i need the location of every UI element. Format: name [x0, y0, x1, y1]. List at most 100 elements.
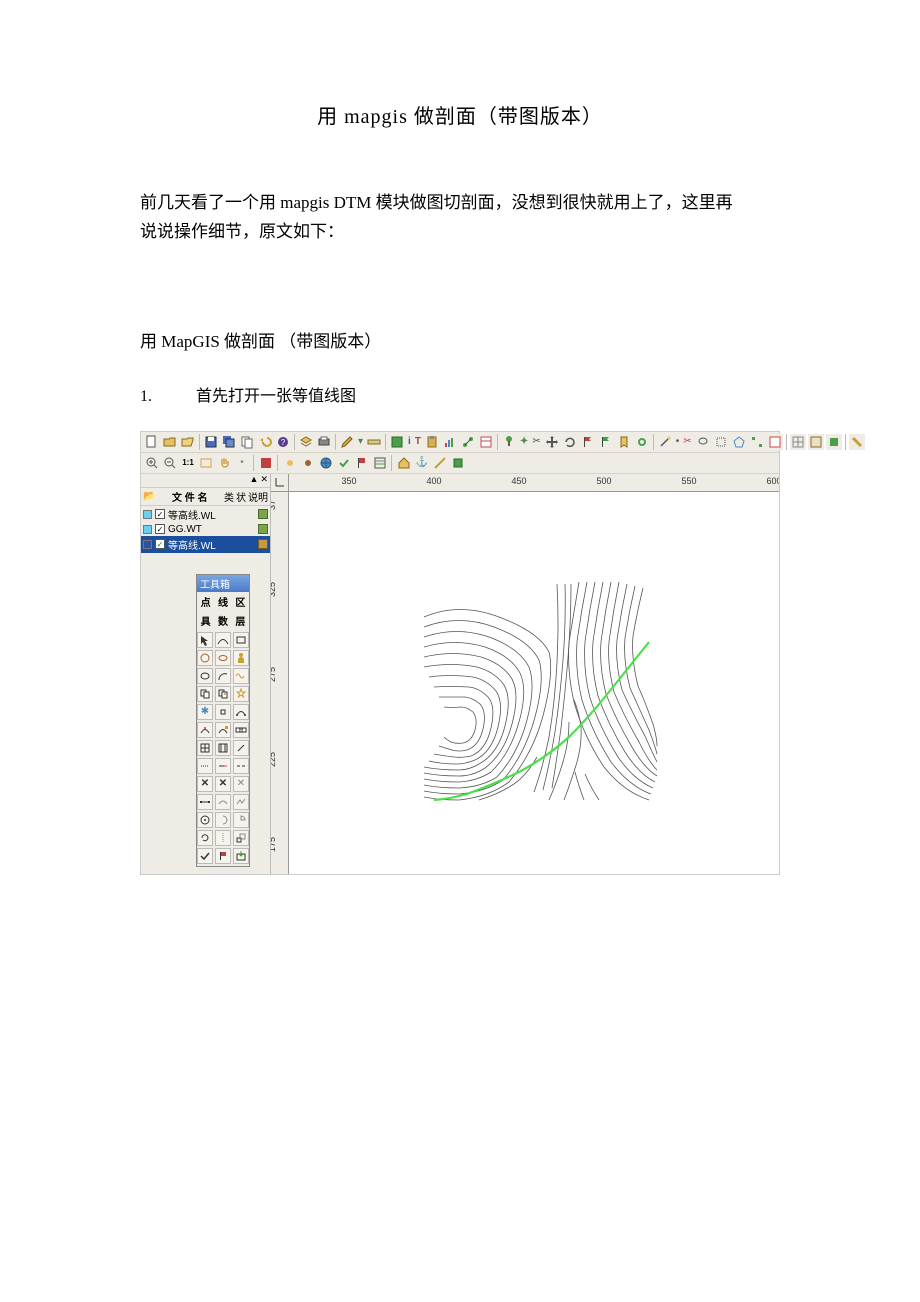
- tool-wand-icon[interactable]: [233, 740, 249, 756]
- attributes2-icon[interactable]: [767, 434, 783, 450]
- tool-circle-icon[interactable]: [197, 650, 213, 666]
- refresh-small-icon[interactable]: •: [234, 455, 250, 471]
- tool-rect-icon[interactable]: [233, 632, 249, 648]
- region-icon[interactable]: [389, 434, 405, 450]
- check-green-icon[interactable]: [336, 455, 352, 471]
- tool-edit-curve2-icon[interactable]: [197, 722, 213, 738]
- paste-icon[interactable]: [424, 434, 440, 450]
- home-icon[interactable]: [396, 455, 412, 471]
- table-icon[interactable]: [808, 434, 824, 450]
- zoom-out-icon[interactable]: [162, 455, 178, 471]
- flag-green-icon[interactable]: [598, 434, 614, 450]
- hatch-icon[interactable]: [372, 455, 388, 471]
- open-folder-icon[interactable]: [180, 434, 196, 450]
- eyedropper-icon[interactable]: ▾: [357, 434, 364, 450]
- layer-visible-checkbox[interactable]: ✓: [155, 524, 165, 534]
- toolbox-cat-data[interactable]: 数: [218, 613, 228, 628]
- layer-row[interactable]: ✓ GG.WT: [141, 523, 270, 536]
- tool-person-icon[interactable]: [233, 650, 249, 666]
- tool-scale-icon[interactable]: [233, 830, 249, 846]
- tool-x-icon[interactable]: ✕: [197, 776, 213, 792]
- attributes-icon[interactable]: [478, 434, 494, 450]
- edit-node-icon[interactable]: [749, 434, 765, 450]
- tool-curve-icon[interactable]: [215, 632, 231, 648]
- undo-icon[interactable]: [257, 434, 273, 450]
- ruler-icon[interactable]: [366, 434, 382, 450]
- export-icon[interactable]: [826, 434, 842, 450]
- layer-visible-checkbox[interactable]: ✓: [155, 539, 165, 549]
- pan-icon[interactable]: [216, 455, 232, 471]
- tool-edit-curve3-icon[interactable]: [215, 722, 231, 738]
- node-edit-icon[interactable]: [460, 434, 476, 450]
- save-all-icon[interactable]: [221, 434, 237, 450]
- select-rect-icon[interactable]: [713, 434, 729, 450]
- tool-half-icon[interactable]: [215, 812, 231, 828]
- tool-paste-icon[interactable]: [215, 686, 231, 702]
- grid-icon[interactable]: [790, 434, 806, 450]
- bookmark-icon[interactable]: [616, 434, 632, 450]
- tool-ellipse-icon[interactable]: [215, 650, 231, 666]
- tool-snow-icon[interactable]: ✱: [197, 704, 213, 720]
- tool-extend-icon[interactable]: [215, 758, 231, 774]
- pencil-icon[interactable]: [339, 434, 355, 450]
- tool-target-icon[interactable]: [197, 812, 213, 828]
- paint-icon[interactable]: [849, 434, 865, 450]
- tool-quarter-icon[interactable]: [233, 812, 249, 828]
- chart-icon[interactable]: [442, 434, 458, 450]
- measure-icon[interactable]: [432, 455, 448, 471]
- cut-icon[interactable]: ✂: [682, 434, 692, 450]
- info-icon[interactable]: i: [407, 434, 412, 450]
- toolbox-cat-region[interactable]: 区: [235, 594, 245, 609]
- anchor-icon[interactable]: ⚓: [414, 455, 430, 471]
- compass-icon[interactable]: ✦: [519, 434, 529, 450]
- tool-simplify-icon[interactable]: [233, 794, 249, 810]
- tool-square-small-icon[interactable]: [215, 704, 231, 720]
- tool-line-h-icon[interactable]: [197, 794, 213, 810]
- zoom-11-icon[interactable]: 1:1: [180, 455, 196, 471]
- toolbox-cat-layer[interactable]: 层: [235, 613, 245, 628]
- tool-field-icon[interactable]: 田: [233, 722, 249, 738]
- copy-icon[interactable]: [239, 434, 255, 450]
- move-icon[interactable]: [544, 434, 560, 450]
- lasso-icon[interactable]: [695, 434, 711, 450]
- fill-icon[interactable]: [258, 455, 274, 471]
- tool-rotate-icon[interactable]: [197, 830, 213, 846]
- polygon-icon[interactable]: [731, 434, 747, 450]
- tool-grid2-icon[interactable]: [215, 740, 231, 756]
- toolbox-cat-point[interactable]: 点: [201, 594, 211, 609]
- rotate-icon[interactable]: [562, 434, 578, 450]
- tool-copy-icon[interactable]: [197, 686, 213, 702]
- layer-visible-checkbox[interactable]: ✓: [155, 509, 165, 519]
- toolbox-titlebar[interactable]: 工具箱: [197, 575, 249, 592]
- flag-red-icon[interactable]: [580, 434, 596, 450]
- dot-tool-icon[interactable]: •: [675, 434, 681, 450]
- scissors-icon[interactable]: ✂: [531, 434, 541, 450]
- tool-arrow-icon[interactable]: [197, 632, 213, 648]
- tool-smooth-icon[interactable]: [215, 794, 231, 810]
- save-icon[interactable]: [203, 434, 219, 450]
- toolbox-cat-tool[interactable]: 具: [201, 613, 211, 628]
- tool-check-icon[interactable]: [197, 848, 213, 864]
- tool-break-icon[interactable]: [233, 758, 249, 774]
- drawing-canvas[interactable]: [289, 492, 779, 874]
- new-file-icon[interactable]: [144, 434, 160, 450]
- open-file-icon[interactable]: [162, 434, 178, 450]
- point-yellow-icon[interactable]: [282, 455, 298, 471]
- settings-icon[interactable]: [634, 434, 650, 450]
- wand-icon[interactable]: [657, 434, 673, 450]
- area-icon[interactable]: [450, 455, 466, 471]
- help-icon[interactable]: ?: [275, 434, 291, 450]
- text-tool-icon[interactable]: T: [414, 434, 422, 450]
- tool-x2-icon[interactable]: ✕: [215, 776, 231, 792]
- toolbox-cat-line[interactable]: 线: [218, 594, 228, 609]
- flag-icon[interactable]: [354, 455, 370, 471]
- panel-collapse-icon[interactable]: ▲: [250, 474, 259, 487]
- tool-arc-icon[interactable]: [215, 668, 231, 684]
- tool-edit-curve-icon[interactable]: [233, 704, 249, 720]
- tool-spline-icon[interactable]: [233, 668, 249, 684]
- tool-oval-icon[interactable]: [197, 668, 213, 684]
- tool-star-icon[interactable]: [233, 686, 249, 702]
- tool-trim-icon[interactable]: [197, 758, 213, 774]
- layer-row[interactable]: ✓ 等高线.WL: [141, 506, 270, 523]
- point-brown-icon[interactable]: [300, 455, 316, 471]
